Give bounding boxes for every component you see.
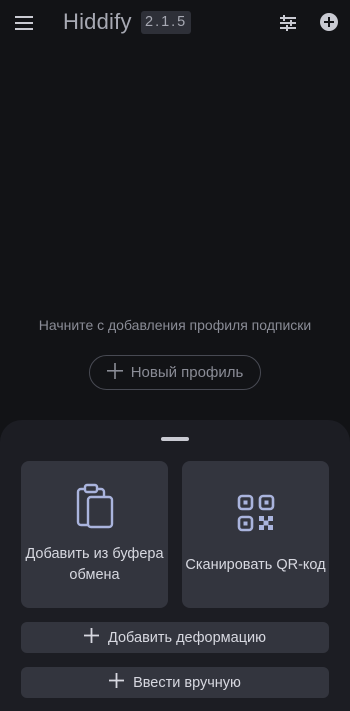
clipboard-icon — [75, 483, 115, 534]
plus-icon — [106, 362, 123, 383]
qr-code-icon — [237, 494, 275, 537]
app-bar: Hiddify 2.1.5 — [0, 0, 350, 46]
add-circle-icon[interactable] — [319, 12, 339, 32]
add-warp-label: Добавить деформацию — [107, 629, 266, 646]
plus-icon — [109, 673, 125, 692]
screen: Hiddify 2.1.5 Начните с добавления профи… — [0, 0, 350, 711]
scan-qr-label: Сканировать QR-код — [185, 556, 326, 573]
empty-state-message: Начните с добавления профиля подписки — [38, 317, 312, 333]
clipboard-label: Добавить из буфера обмена — [25, 546, 164, 583]
add-profile-sheet: Добавить из буфера обмена Сканировать QR… — [0, 420, 350, 711]
plus-icon — [83, 628, 99, 647]
app-title: Hiddify — [63, 9, 132, 34]
new-profile-label: Новый профиль — [130, 364, 244, 381]
scan-qr-button[interactable]: Сканировать QR-код — [182, 461, 329, 608]
drag-handle[interactable] — [161, 437, 189, 441]
manual-entry-button[interactable]: Ввести вручную — [21, 667, 329, 698]
menu-icon[interactable] — [13, 12, 35, 34]
add-from-clipboard-button[interactable]: Добавить из буфера обмена — [21, 461, 168, 608]
tune-icon[interactable] — [277, 12, 299, 34]
version-badge: 2.1.5 — [141, 11, 192, 34]
manual-entry-label: Ввести вручную — [133, 674, 241, 691]
new-profile-button[interactable]: Новый профиль — [89, 355, 261, 390]
add-warp-button[interactable]: Добавить деформацию — [21, 622, 329, 653]
